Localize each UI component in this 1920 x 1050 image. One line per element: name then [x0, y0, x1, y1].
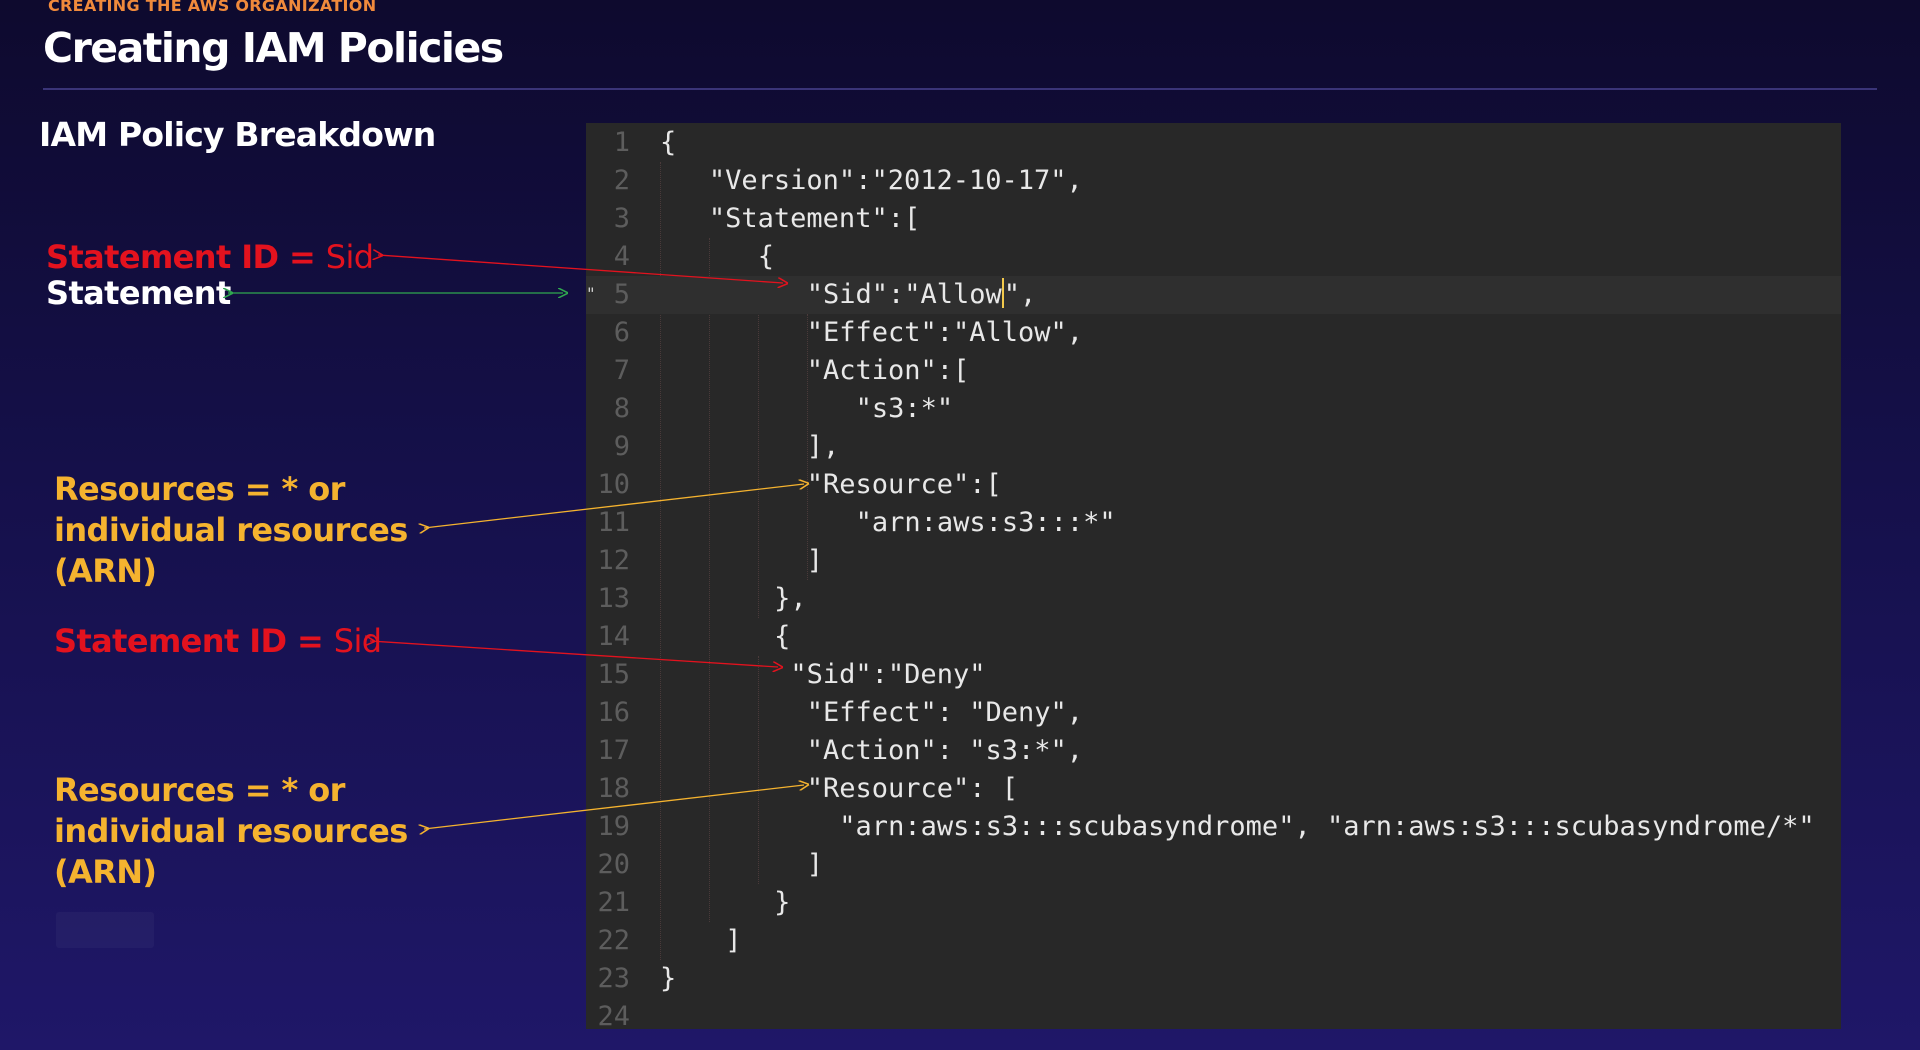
faint-placeholder-box: [56, 912, 154, 948]
code-text: "Effect": "Deny",: [806, 697, 1084, 728]
annotation-line: individual resources: [54, 511, 408, 549]
line-number: 1: [613, 127, 630, 158]
line-number: 24: [597, 1001, 630, 1032]
code-text: ]: [725, 925, 742, 956]
code-line[interactable]: 11 "arn:aws:s3:::*": [586, 504, 1841, 542]
code-text: "s3:*": [855, 393, 954, 424]
annotation-statement-id-2: Statement ID = Sid: [54, 622, 382, 660]
code-line[interactable]: 3 "Statement":[: [586, 200, 1841, 238]
line-number: 16: [597, 697, 630, 728]
annotation-line: individual resources: [54, 812, 408, 850]
code-text: },: [774, 583, 807, 614]
line-number: 4: [613, 241, 630, 272]
code-text: ]: [806, 545, 823, 576]
code-line[interactable]: 2 "Version":"2012-10-17",: [586, 162, 1841, 200]
annotation-resources-1: Resources = * or individual resources (A…: [54, 469, 408, 592]
slide-subtitle: IAM Policy Breakdown: [39, 115, 436, 154]
code-editor[interactable]: 1{2 "Version":"2012-10-17", 3 "Statement":[…: [586, 123, 1841, 1032]
line-number: 2: [613, 165, 630, 196]
code-text: "arn:aws:s3:::*": [855, 507, 1116, 538]
code-line[interactable]: 7 "Action":[: [586, 352, 1841, 390]
line-number: 10: [597, 469, 630, 500]
line-number: 7: [613, 355, 630, 386]
code-line[interactable]: 6 "Effect":"Allow",: [586, 314, 1841, 352]
line-number: 3: [613, 203, 630, 234]
code-text: {: [774, 621, 791, 652]
code-line[interactable]: 8 "s3:*": [586, 390, 1841, 428]
code-text: "arn:aws:s3:::scubasyndrome", "arn:aws:s…: [839, 811, 1815, 842]
annotation-value: Sid: [325, 238, 374, 276]
code-text: "Statement":[: [708, 203, 921, 234]
code-line[interactable]: 5 "Sid":"Allow",: [586, 276, 1841, 314]
line-number: 22: [597, 925, 630, 956]
code-text: "Sid":"Deny": [790, 659, 986, 690]
annotation-line: Resources = * or: [54, 771, 345, 809]
code-text: "Resource": [: [806, 773, 1019, 804]
code-text: "Version":"2012-10-17",: [708, 165, 1083, 196]
annotation-label: Statement ID =: [54, 622, 334, 660]
code-line[interactable]: 10 "Resource":[: [586, 466, 1841, 504]
line-number: 23: [597, 963, 630, 994]
code-text-before-cursor: "Sid":"Allow: [806, 279, 1002, 310]
line-number: 11: [597, 507, 630, 538]
line-number: 19: [597, 811, 630, 842]
code-line[interactable]: 4{: [586, 238, 1841, 276]
annotation-line: (ARN): [54, 552, 157, 590]
line-number: 20: [597, 849, 630, 880]
line-number: 9: [613, 431, 630, 462]
code-line[interactable]: 17 "Action": "s3:*",: [586, 732, 1841, 770]
code-line[interactable]: 23}: [586, 960, 1841, 998]
annotation-line: Resources = * or: [54, 470, 345, 508]
code-line[interactable]: 13},: [586, 580, 1841, 618]
code-text: "Action": "s3:*",: [806, 735, 1084, 766]
code-text: "Resource":[: [806, 469, 1002, 500]
line-number: 17: [597, 735, 630, 766]
code-line[interactable]: 9],: [586, 428, 1841, 466]
line-number: 18: [597, 773, 630, 804]
annotation-statement-id-1: Statement ID = Sid: [46, 238, 374, 276]
code-text: "Effect":"Allow",: [806, 317, 1084, 348]
annotation-statement: Statement: [46, 274, 231, 312]
code-text: }: [774, 887, 791, 918]
code-line[interactable]: 21}: [586, 884, 1841, 922]
annotation-label: Statement ID =: [46, 238, 326, 276]
annotation-line: (ARN): [54, 853, 157, 891]
section-kicker: CREATING THE AWS ORGANIZATION: [48, 0, 377, 15]
code-text: {: [660, 127, 677, 158]
code-text-after-cursor: ",: [1003, 279, 1037, 310]
code-text: {: [757, 241, 775, 272]
page-title: Creating IAM Policies: [43, 24, 504, 72]
line-number: 13: [597, 583, 630, 614]
code-text: ]: [806, 849, 823, 880]
code-line[interactable]: 12]: [586, 542, 1841, 580]
code-line[interactable]: 24: [586, 998, 1841, 1036]
title-divider: [43, 88, 1877, 90]
line-number: 6: [613, 317, 630, 348]
code-line[interactable]: 18 "Resource": [: [586, 770, 1841, 808]
line-number: 12: [597, 545, 630, 576]
code-text: }: [660, 963, 677, 994]
code-line[interactable]: 16 "Effect": "Deny",: [586, 694, 1841, 732]
code-text: ],: [806, 431, 840, 462]
line-number: 14: [597, 621, 630, 652]
code-text: "Action":[: [806, 355, 970, 386]
line-number: 21: [597, 887, 630, 918]
code-text: "Sid":"Allow",: [806, 276, 1037, 314]
code-line[interactable]: 19 "arn:aws:s3:::scubasyndrome", "arn:aws…: [586, 808, 1841, 846]
annotation-resources-2: Resources = * or individual resources (A…: [54, 770, 408, 893]
line-number: 8: [613, 393, 630, 424]
code-line[interactable]: 22]: [586, 922, 1841, 960]
code-line[interactable]: 1{: [586, 124, 1841, 162]
code-line[interactable]: 15 "Sid":"Deny": [586, 656, 1841, 694]
code-line[interactable]: 14 {: [586, 618, 1841, 656]
annotation-value: Sid: [333, 622, 382, 660]
gutter-marker-icon: ": [586, 284, 596, 303]
line-number: 15: [597, 659, 630, 690]
code-line[interactable]: 20]: [586, 846, 1841, 884]
